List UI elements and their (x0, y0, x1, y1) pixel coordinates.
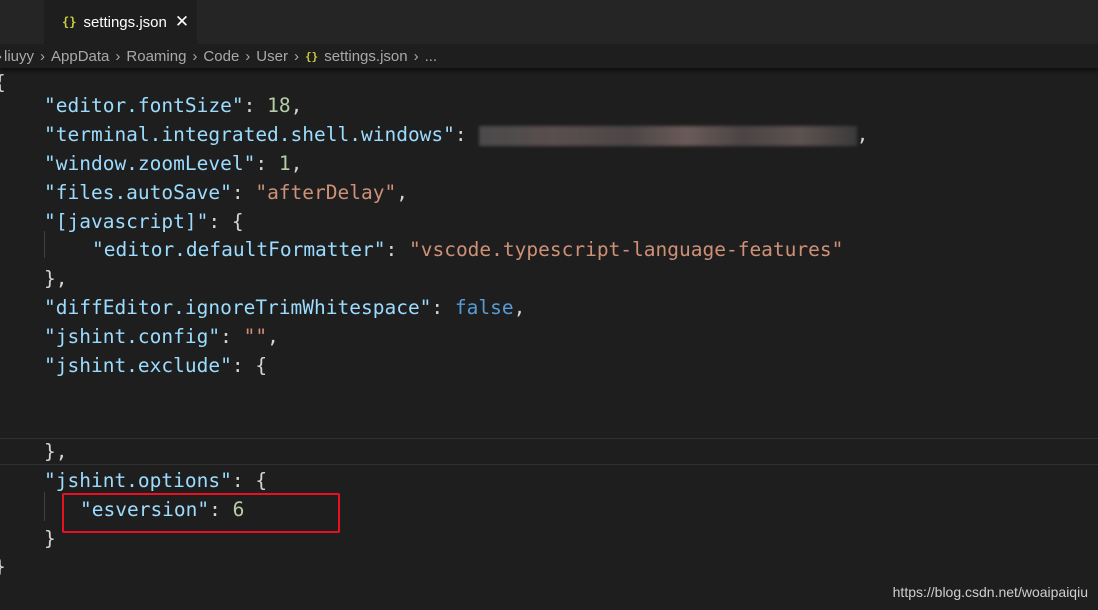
code-line: } (0, 552, 6, 581)
breadcrumb-item-more[interactable]: ... (425, 48, 438, 65)
code-line: "jshint.options": { (44, 469, 268, 492)
chevron-right-icon: › (245, 47, 251, 65)
breadcrumb: › liuyy › AppData › Roaming › Code › Use… (0, 44, 1098, 68)
watermark: https://blog.csdn.net/woaipaiqiu (892, 584, 1088, 600)
code-line: "[javascript]": { (44, 210, 244, 233)
tab-bar: {} settings.json ✕ (0, 0, 1098, 44)
json-file-icon: {} (62, 15, 77, 29)
code-line: }, (44, 267, 68, 290)
code-line: { (0, 68, 6, 97)
breadcrumb-item-liuyy[interactable]: liuyy (4, 48, 34, 65)
code-line: "jshint.exclude": { (44, 354, 268, 377)
chevron-right-icon: › (0, 48, 2, 65)
code-line: } (44, 527, 56, 550)
chevron-right-icon: › (40, 47, 46, 65)
current-line-highlight (0, 438, 1098, 465)
breadcrumb-item-user[interactable]: User (256, 48, 288, 65)
code-line: "terminal.integrated.shell.windows":, (44, 123, 869, 146)
json-file-icon: {} (304, 49, 319, 63)
code-line: "editor.fontSize": 18, (44, 94, 303, 117)
redacted-value (478, 125, 857, 146)
code-line: "window.zoomLevel": 1, (44, 152, 303, 175)
code-line: "files.autoSave": "afterDelay", (44, 181, 408, 204)
tab-settings-json[interactable]: {} settings.json ✕ (44, 0, 197, 44)
indent-guide (44, 492, 45, 521)
chevron-right-icon: › (115, 47, 121, 65)
breadcrumb-item-roaming[interactable]: Roaming (126, 48, 186, 65)
breadcrumb-item-code[interactable]: Code (203, 48, 239, 65)
chevron-right-icon: › (293, 47, 299, 65)
close-icon[interactable]: ✕ (175, 12, 189, 32)
code-line: }, (44, 440, 68, 463)
code-line: "jshint.config": "", (44, 325, 279, 348)
code-editor[interactable]: { "editor.fontSize": 18, "terminal.integ… (0, 68, 1098, 610)
chevron-right-icon: › (192, 47, 198, 65)
breadcrumb-item-settings-json[interactable]: settings.json (324, 48, 407, 65)
breadcrumb-item-appdata[interactable]: AppData (51, 48, 109, 65)
tab-label: settings.json (83, 13, 167, 31)
code-line: "diffEditor.ignoreTrimWhitespace": false… (44, 296, 526, 319)
code-line: "editor.defaultFormatter": "vscode.types… (92, 238, 844, 261)
chevron-right-icon: › (413, 47, 419, 65)
annotation-highlight-box (62, 493, 340, 533)
